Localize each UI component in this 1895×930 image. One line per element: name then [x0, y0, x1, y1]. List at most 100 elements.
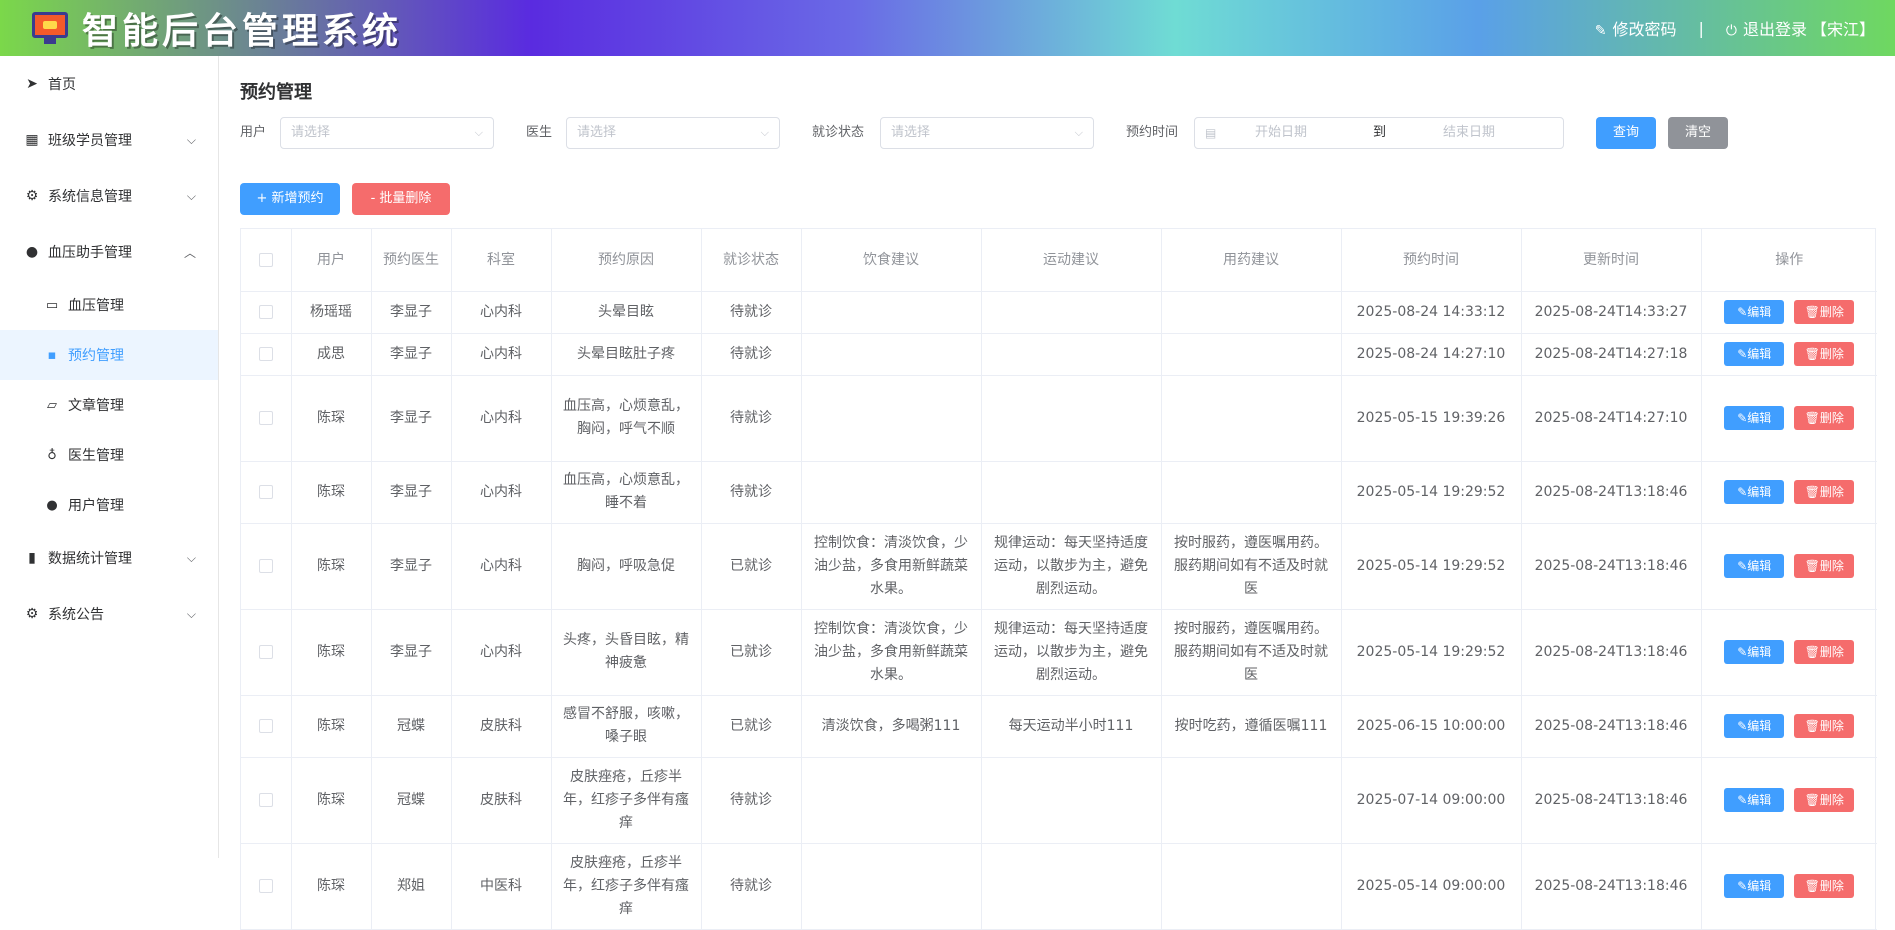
batch-delete-button[interactable]: - 批量删除 [352, 183, 450, 215]
edit-button[interactable]: ✎编辑 [1724, 788, 1785, 812]
chevron-down-icon: ⌵ [186, 188, 196, 203]
monitor-logo-icon [30, 10, 70, 46]
range-separator: 到 [1373, 125, 1387, 140]
change-password-link[interactable]: ✎ 修改密码 [1595, 16, 1677, 40]
cell-update-time: 2025-08-24T14:27:18 [1521, 333, 1702, 376]
sidebar-item-bp-assistant[interactable]: ● 血压助手管理 ︿ [0, 224, 218, 280]
add-appointment-button[interactable]: + 新增预约 [240, 183, 340, 215]
balloon-icon: ● [25, 244, 39, 260]
row-checkbox[interactable] [258, 644, 273, 659]
delete-button[interactable]: 🗑删除 [1794, 480, 1855, 504]
delete-button[interactable]: 🗑删除 [1794, 300, 1855, 324]
sidebar-item-class-members[interactable]: ▦ 班级学员管理 ⌵ [0, 112, 218, 168]
sidebar-item-announcement[interactable]: ⚙ 系统公告 ⌵ [0, 586, 218, 642]
edit-button[interactable]: ✎编辑 [1724, 554, 1785, 578]
sidebar-item-doctor[interactable]: ♁ 医生管理 [0, 430, 218, 480]
cell-exercise [981, 757, 1162, 844]
cell-appt-time: 2025-05-14 19:29:52 [1341, 523, 1522, 610]
row-checkbox[interactable] [258, 878, 273, 893]
cell-update-time: 2025-08-24T13:18:46 [1521, 461, 1702, 524]
delete-button[interactable]: 🗑删除 [1794, 554, 1855, 578]
cell-exercise [981, 333, 1162, 376]
cell-reason: 感冒不舒服，咳嗽，嗓子眼 [551, 695, 702, 758]
status-select[interactable]: 请选择 ⌵ [880, 117, 1094, 149]
sidebar-item-label: 首页 [48, 77, 76, 93]
delete-label: 删除 [1819, 645, 1844, 659]
sidebar-item-system-info[interactable]: ⚙ 系统信息管理 ⌵ [0, 168, 218, 224]
column-header: 用户 [291, 229, 372, 292]
sidebar-item-data-stats[interactable]: ▮ 数据统计管理 ⌵ [0, 530, 218, 586]
sidebar-item-label: 系统信息管理 [48, 189, 132, 205]
cell-diet [801, 333, 982, 376]
clear-button[interactable]: 清空 [1668, 117, 1728, 149]
date-range-picker[interactable]: ▤ 开始日期 到 结束日期 [1194, 117, 1564, 149]
edit-button[interactable]: ✎编辑 [1724, 480, 1785, 504]
sidebar-item-appointment[interactable]: ▪ 预约管理 [0, 330, 218, 380]
cell-status: 待就诊 [701, 375, 802, 462]
doctor-select[interactable]: 请选择 ⌵ [566, 117, 780, 149]
column-header: 运动建议 [981, 229, 1162, 292]
edit-button[interactable]: ✎编辑 [1724, 714, 1785, 738]
cell-exercise: 每天运动半小时111 [981, 695, 1162, 758]
edit-label: 编辑 [1747, 411, 1772, 425]
delete-label: 删除 [1819, 559, 1844, 573]
edit-icon: ✎ [1737, 347, 1748, 361]
delete-label: 删除 [1819, 411, 1844, 425]
cell-actions: ✎编辑 🗑删除 [1701, 757, 1877, 844]
row-checkbox[interactable] [258, 558, 273, 573]
cell-reason: 头疼，头昏目眩，精神疲惫 [551, 609, 702, 696]
cell-dept: 心内科 [451, 333, 552, 376]
cell-diet: 清淡饮食，多喝粥111 [801, 695, 982, 758]
delete-button[interactable]: 🗑删除 [1794, 342, 1855, 366]
edit-button[interactable]: ✎编辑 [1724, 874, 1785, 898]
query-button[interactable]: 查询 [1596, 117, 1656, 149]
column-header: 操作 [1701, 229, 1877, 292]
end-date-input[interactable]: 结束日期 [1443, 118, 1495, 148]
row-checkbox[interactable] [258, 410, 273, 425]
cell-doctor: 郑姐 [371, 843, 452, 930]
row-checkbox[interactable] [258, 304, 273, 319]
edit-button[interactable]: ✎编辑 [1724, 342, 1785, 366]
column-header: 更新时间 [1521, 229, 1702, 292]
sidebar-item-label: 血压管理 [68, 298, 124, 314]
logout-link[interactable]: ⏻ 退出登录 [1726, 16, 1807, 40]
page-title: 预约管理 [240, 82, 312, 103]
delete-button[interactable]: 🗑删除 [1794, 640, 1855, 664]
delete-button[interactable]: 🗑删除 [1794, 874, 1855, 898]
delete-button[interactable]: 🗑删除 [1794, 714, 1855, 738]
cell-exercise [981, 461, 1162, 524]
row-checkbox[interactable] [258, 718, 273, 733]
sidebar-item-home[interactable]: ➤ 首页 [0, 56, 218, 112]
select-all-cell [241, 229, 292, 292]
table-header-row: 用户 预约医生 科室 预约原因 就诊状态 饮食建议 运动建议 用药建议 预约时间… [241, 229, 1877, 292]
edit-button[interactable]: ✎编辑 [1724, 300, 1785, 324]
edit-icon: ✎ [1737, 411, 1748, 425]
user-select[interactable]: 请选择 ⌵ [280, 117, 494, 149]
cell-medication: 按时服药，遵医嘱用药。服药期间如有不适及时就医 [1161, 609, 1342, 696]
start-date-input[interactable]: 开始日期 [1255, 118, 1307, 148]
cell-exercise [981, 291, 1162, 334]
cell-appt-time: 2025-06-15 10:00:00 [1341, 695, 1522, 758]
sidebar-item-user[interactable]: ● 用户管理 [0, 480, 218, 530]
row-checkbox[interactable] [258, 792, 273, 807]
cell-doctor: 李显子 [371, 291, 452, 334]
sidebar-item-label: 预约管理 [68, 348, 124, 364]
edit-icon: ✎ [1737, 719, 1748, 733]
row-checkbox[interactable] [258, 346, 273, 361]
sidebar-item-label: 医生管理 [68, 448, 124, 464]
cell-dept: 心内科 [451, 609, 552, 696]
sidebar-item-bp-manage[interactable]: ▭ 血压管理 [0, 280, 218, 330]
cell-status: 已就诊 [701, 523, 802, 610]
table-row: 陈琛 郑姐 中医科 皮肤痤疮，丘疹半年，红疹子多伴有瘙痒 待就诊 2025-05-14 0… [241, 843, 1877, 930]
sidebar-item-article[interactable]: ▱ 文章管理 [0, 380, 218, 430]
header-actions: ✎ 修改密码 | ⏻ 退出登录 【宋江】 [1595, 0, 1875, 56]
delete-button[interactable]: 🗑删除 [1794, 406, 1855, 430]
edit-button[interactable]: ✎编辑 [1724, 406, 1785, 430]
user-icon: ● [46, 497, 58, 513]
edit-button[interactable]: ✎编辑 [1724, 640, 1785, 664]
select-all-checkbox[interactable] [258, 252, 273, 267]
delete-button[interactable]: 🗑删除 [1794, 788, 1855, 812]
row-checkbox[interactable] [258, 484, 273, 499]
logout-label: 退出登录 [1742, 20, 1807, 39]
chevron-down-icon: ⌵ [1074, 126, 1083, 139]
